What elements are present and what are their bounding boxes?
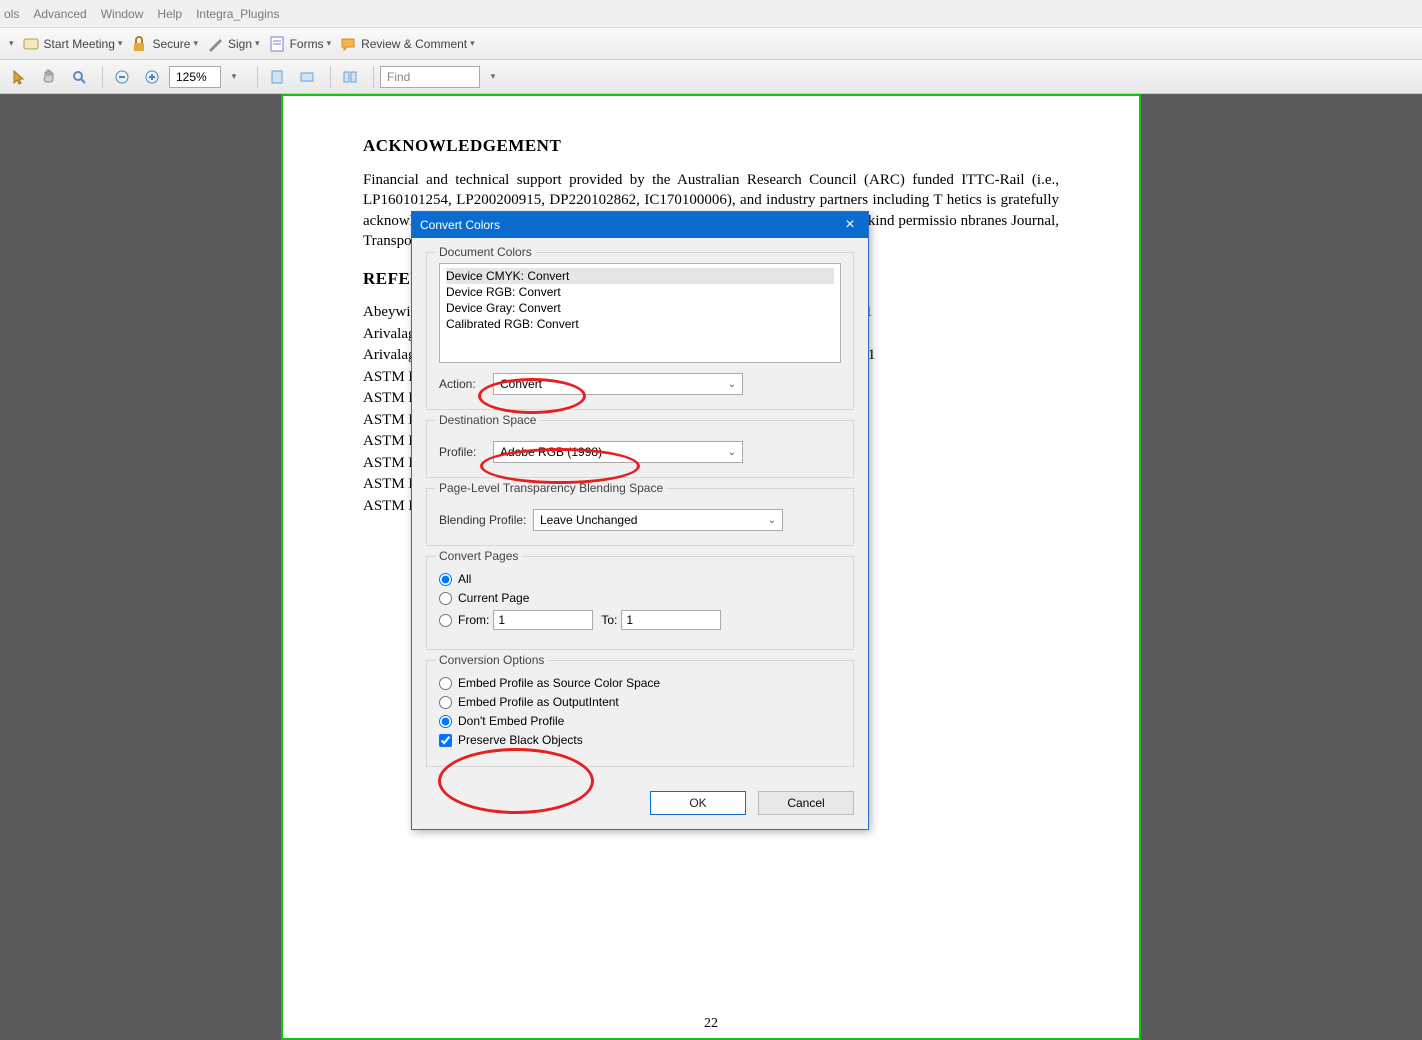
zoom-tool[interactable] [66,64,92,90]
to-input[interactable] [621,610,721,630]
profile-select[interactable]: Adobe RGB (1998)⌄ [493,441,743,463]
find-dropdown[interactable]: ▾ [480,64,506,90]
checkbox-preserve-black[interactable]: Preserve Black Objects [439,733,841,747]
menu-item[interactable]: Help [157,7,182,21]
zoom-dropdown[interactable]: ▾ [221,64,247,90]
to-label: To: [601,613,617,627]
profile-label: Profile: [439,445,493,459]
group-label: Convert Pages [435,549,522,563]
checkbox-input[interactable] [439,734,452,747]
document-colors-list[interactable]: Device CMYK: Convert Device RGB: Convert… [439,263,841,363]
meeting-icon [22,35,40,53]
radio-embed-source[interactable]: Embed Profile as Source Color Space [439,676,841,690]
forms-button[interactable]: Forms▾ [268,35,332,53]
lock-icon [130,35,148,53]
radio-all[interactable]: All [439,572,841,586]
from-input[interactable] [493,610,593,630]
zoom-in-button[interactable] [139,64,165,90]
main-toolbar: ▾ Start Meeting▾ Secure▾ Sign▾ Forms▾ Re… [0,28,1422,60]
start-meeting-button[interactable]: Start Meeting▾ [22,35,123,53]
toolbar-dropdown[interactable]: ▾ [6,38,14,49]
menu-item[interactable]: Integra_Plugins [196,7,279,21]
dialog-titlebar[interactable]: Convert Colors × [412,212,868,238]
convert-pages-group: Convert Pages All Current Page From: To: [426,556,854,650]
radio-input[interactable] [439,573,452,586]
radio-embed-output[interactable]: Embed Profile as OutputIntent [439,695,841,709]
group-label: Destination Space [435,413,540,427]
radio-input[interactable] [439,696,452,709]
sign-button[interactable]: Sign▾ [206,35,260,53]
zoom-out-button[interactable] [109,64,135,90]
page-number: 22 [704,1016,718,1032]
select-tool[interactable] [6,64,32,90]
menu-bar: ols Advanced Window Help Integra_Plugins [0,0,1422,28]
chevron-down-icon: ⌄ [728,379,736,390]
radio-input[interactable] [439,715,452,728]
destination-space-group: Destination Space Profile: Adobe RGB (19… [426,420,854,478]
cancel-button[interactable]: Cancel [758,791,854,815]
group-label: Document Colors [435,245,536,259]
review-comment-button[interactable]: Review & Comment▾ [339,35,475,53]
forms-icon [268,35,286,53]
document-colors-group: Document Colors Device CMYK: Convert Dev… [426,252,854,410]
chevron-down-icon: ⌄ [768,515,776,526]
ok-button[interactable]: OK [650,791,746,815]
view-toolbar: 125% ▾ Find ▾ [0,60,1422,94]
blending-label: Blending Profile: [439,513,533,527]
pen-icon [206,35,224,53]
close-icon[interactable]: × [840,216,860,234]
comment-icon [339,35,357,53]
radio-input[interactable] [439,677,452,690]
find-input[interactable]: Find [380,66,480,88]
dialog-title-text: Convert Colors [420,218,500,232]
list-item[interactable]: Device RGB: Convert [446,284,834,300]
group-label: Page-Level Transparency Blending Space [435,481,667,495]
convert-colors-dialog: Convert Colors × Document Colors Device … [411,211,869,830]
list-item[interactable]: Device CMYK: Convert [446,268,834,284]
conversion-options-group: Conversion Options Embed Profile as Sour… [426,660,854,767]
list-item[interactable]: Device Gray: Convert [446,300,834,316]
hand-tool[interactable] [36,64,62,90]
zoom-level-input[interactable]: 125% [169,66,221,88]
action-label: Action: [439,377,493,391]
fit-page-button[interactable] [264,64,290,90]
blending-space-group: Page-Level Transparency Blending Space B… [426,488,854,546]
chevron-down-icon: ⌄ [728,447,736,458]
group-label: Conversion Options [435,653,548,667]
radio-input[interactable] [439,614,452,627]
radio-dont-embed[interactable]: Don't Embed Profile [439,714,841,728]
radio-input[interactable] [439,592,452,605]
secure-button[interactable]: Secure▾ [130,35,198,53]
two-page-button[interactable] [337,64,363,90]
menu-item[interactable]: Window [101,7,144,21]
radio-from[interactable]: From: To: [439,610,841,630]
ack-heading: ACKNOWLEDGEMENT [363,136,1059,156]
fit-width-button[interactable] [294,64,320,90]
action-select[interactable]: Convert⌄ [493,373,743,395]
list-item[interactable]: Calibrated RGB: Convert [446,316,834,332]
menu-item[interactable]: Advanced [33,7,86,21]
blending-select[interactable]: Leave Unchanged⌄ [533,509,783,531]
menu-item[interactable]: ols [4,7,19,21]
radio-current[interactable]: Current Page [439,591,841,605]
